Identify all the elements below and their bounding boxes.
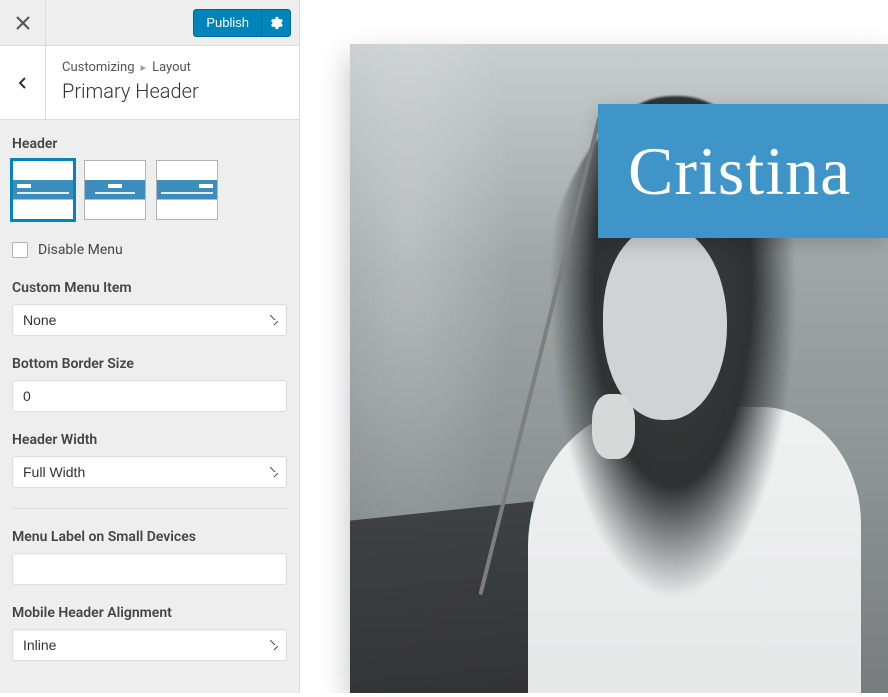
bottom-border-size-field: Bottom Border Size: [12, 356, 287, 412]
preview-frame: Cristina: [350, 44, 888, 693]
layout-left-icon: [13, 180, 73, 200]
publish-button[interactable]: Publish: [193, 9, 261, 37]
chevron-left-icon: [16, 76, 30, 90]
site-title-banner: Cristina: [598, 104, 888, 238]
customizer-sidebar: Publish Customizing ▸ Layout Primary Hea…: [0, 0, 300, 693]
custom-menu-item-field: Custom Menu Item None: [12, 280, 287, 336]
custom-menu-item-label: Custom Menu Item: [12, 280, 287, 296]
publish-settings-button[interactable]: [261, 9, 291, 37]
menu-label-small-input[interactable]: [13, 554, 286, 584]
breadcrumb-section: Layout: [152, 60, 191, 75]
preview-pane: Cristina: [300, 0, 888, 693]
gear-icon: [269, 16, 283, 30]
breadcrumb-root: Customizing: [62, 60, 135, 75]
header-layout-label: Header: [12, 136, 287, 152]
disable-menu-label[interactable]: Disable Menu: [38, 242, 123, 258]
close-icon: [16, 16, 30, 30]
customizer-topbar: Publish: [0, 0, 299, 46]
menu-label-small-field: Menu Label on Small Devices: [12, 529, 287, 585]
header-layout-picker: [12, 160, 287, 220]
divider: [12, 508, 287, 509]
disable-menu-checkbox[interactable]: [12, 242, 28, 258]
close-button[interactable]: [0, 0, 46, 46]
bottom-border-size-input[interactable]: [13, 381, 286, 411]
layout-option-right[interactable]: [156, 160, 218, 220]
section-head-text: Customizing ▸ Layout Primary Header: [46, 46, 299, 119]
header-width-select[interactable]: Full Width: [13, 457, 286, 487]
disable-menu-row: Disable Menu: [12, 242, 287, 258]
breadcrumb: Customizing ▸ Layout: [62, 60, 283, 75]
bottom-border-size-label: Bottom Border Size: [12, 356, 287, 372]
layout-right-icon: [157, 180, 217, 200]
menu-label-small-label: Menu Label on Small Devices: [12, 529, 287, 545]
breadcrumb-separator-icon: ▸: [141, 61, 147, 74]
header-width-label: Header Width: [12, 432, 287, 448]
back-button[interactable]: [0, 46, 46, 119]
mobile-header-alignment-label: Mobile Header Alignment: [12, 605, 287, 621]
layout-option-left[interactable]: [12, 160, 74, 220]
mobile-header-alignment-select[interactable]: Inline: [13, 630, 286, 660]
layout-center-icon: [85, 180, 145, 200]
custom-menu-item-select[interactable]: None: [13, 305, 286, 335]
header-width-field: Header Width Full Width: [12, 432, 287, 488]
layout-option-center[interactable]: [84, 160, 146, 220]
controls-area: Header Disable Menu Custom Menu Item Non…: [0, 120, 299, 697]
panel-title: Primary Header: [62, 79, 283, 103]
publish-button-group: Publish: [193, 9, 291, 37]
mobile-header-alignment-field: Mobile Header Alignment Inline: [12, 605, 287, 661]
section-header: Customizing ▸ Layout Primary Header: [0, 46, 299, 120]
